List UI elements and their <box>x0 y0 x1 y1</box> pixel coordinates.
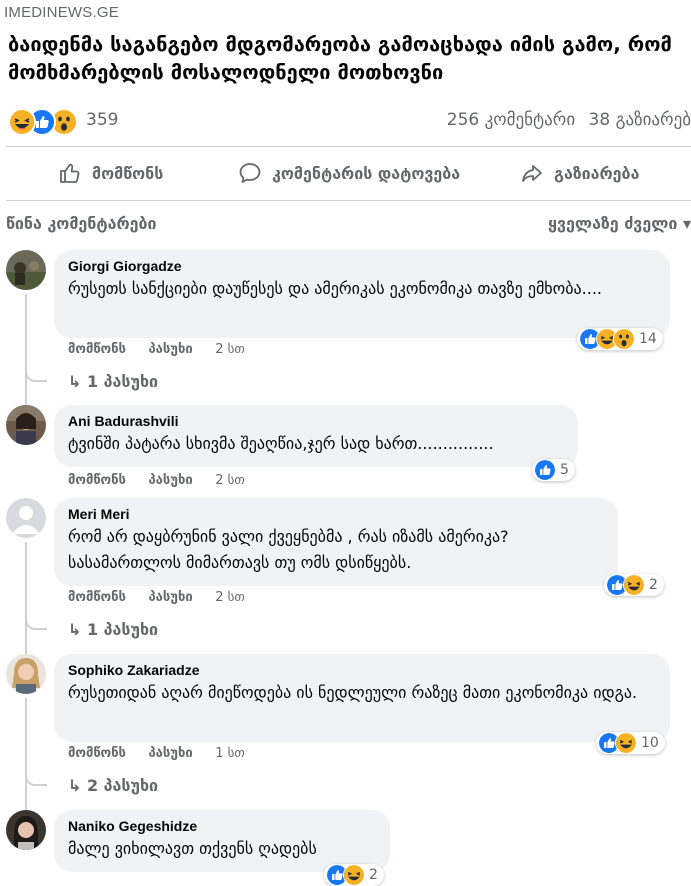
comment-bubble: Ani Badurashvili ტვინში პატარა სხივმა შე… <box>54 405 578 467</box>
reaction-count: 14 <box>639 331 657 347</box>
comment-author[interactable]: Sophiko Zakariadze <box>68 662 656 678</box>
comment: Meri Meri რომ არ დაყბრუნინ ვალი ქვეყნებმ… <box>0 498 691 658</box>
comment-reactions[interactable]: 10 <box>596 732 665 754</box>
reply-link[interactable]: პასუხი <box>148 746 192 761</box>
sort-dropdown[interactable]: ყველაზე ძველი ▾ <box>548 214 691 233</box>
thumbs-up-icon <box>60 163 80 183</box>
thread-line <box>25 294 27 410</box>
thread-elbow <box>25 368 47 382</box>
divider <box>6 146 691 147</box>
comment-text: რომ არ დაყბრუნინ ვალი ქვეყნებმა , რას იზ… <box>68 527 509 572</box>
comment-icon <box>239 163 261 183</box>
like-label: მომწონს <box>92 163 164 183</box>
comment-reactions[interactable]: 2 <box>324 864 384 886</box>
divider <box>6 200 691 201</box>
reaction-count: 2 <box>369 867 378 883</box>
reaction-count[interactable]: 359 <box>86 110 118 130</box>
previous-comments-link[interactable]: წინა კომენტარები <box>6 214 157 233</box>
source-domain[interactable]: IMEDINEWS.GE <box>4 4 119 21</box>
comment: Naniko Gegeshidze მალე ვიხილავთ თქვენს ღ… <box>0 810 691 886</box>
comment-time[interactable]: 2 სთ <box>215 473 245 488</box>
comment-time[interactable]: 2 სთ <box>215 342 245 357</box>
comment-time[interactable]: 2 სთ <box>215 590 245 605</box>
comment-bubble: Sophiko Zakariadze რუსეთიდან აღარ მიეწოდ… <box>54 654 670 742</box>
comment: Sophiko Zakariadze რუსეთიდან აღარ მიეწოდ… <box>0 654 691 814</box>
avatar[interactable] <box>6 654 46 694</box>
comments-toolbar: წინა კომენტარები ყველაზე ძველი ▾ <box>0 208 691 244</box>
thread-elbow <box>25 772 47 786</box>
comments-count[interactable]: 256 კომენტარი <box>447 110 575 130</box>
reaction-count: 5 <box>560 462 569 478</box>
view-replies-link[interactable]: ↳ 1 პასუხი <box>68 620 158 639</box>
haha-reaction-icon <box>615 732 637 754</box>
comment-time[interactable]: 1 სთ <box>215 746 245 761</box>
comment-author[interactable]: Ani Badurashvili <box>68 413 564 429</box>
thread-line <box>25 698 27 814</box>
comment-text: ტვინში პატარა სხივმა შეაღწია,ჯერ სად ხარ… <box>68 434 494 453</box>
comment-links: მომწონს პასუხი 2 სთ <box>68 473 263 488</box>
haha-reaction-icon <box>623 574 645 596</box>
comment-author[interactable]: Giorgi Giorgadze <box>68 258 656 274</box>
wow-reaction-icon <box>613 328 635 350</box>
comment-text: მალე ვიხილავთ თქვენს ღადებს <box>68 839 317 858</box>
avatar[interactable] <box>6 810 46 850</box>
reply-link[interactable]: პასუხი <box>148 590 192 605</box>
comment-links: მომწონს პასუხი 2 სთ <box>68 590 263 605</box>
view-replies-link[interactable]: ↳ 2 პასუხი <box>68 776 158 795</box>
reply-link[interactable]: პასუხი <box>148 342 192 357</box>
like-link[interactable]: მომწონს <box>68 746 126 761</box>
share-icon <box>522 165 542 182</box>
comment-links: მომწონს პასუხი 1 სთ <box>68 746 263 761</box>
post-headline[interactable]: ბაიდენმა საგანგებო მდგომარეობა გამოაცხად… <box>8 30 688 86</box>
comment-reactions[interactable]: 2 <box>604 574 664 596</box>
like-button[interactable]: მომწონს <box>58 156 163 190</box>
comment-bubble: Naniko Gegeshidze მალე ვიხილავთ თქვენს ღ… <box>54 810 390 872</box>
comment-author[interactable]: Naniko Gegeshidze <box>68 818 376 834</box>
like-link[interactable]: მომწონს <box>68 590 126 605</box>
view-replies-link[interactable]: ↳ 1 პასუხი <box>68 372 158 391</box>
comment: Giorgi Giorgadze რუსეთს სანქციები დაუწეს… <box>0 250 691 410</box>
like-reaction-icon <box>534 459 556 481</box>
comment: Ani Badurashvili ტვინში პატარა სხივმა შე… <box>0 405 691 495</box>
comment-bubble: Meri Meri რომ არ დაყბრუნინ ვალი ქვეყნებმ… <box>54 498 618 586</box>
share-label: გაზიარება <box>554 163 640 183</box>
comment-bubble: Giorgi Giorgadze რუსეთს სანქციები დაუწეს… <box>54 250 670 338</box>
reaction-count: 10 <box>641 735 659 751</box>
thread-elbow <box>25 616 47 630</box>
comment-label: კომენტარის დატოვება <box>272 163 461 183</box>
avatar[interactable] <box>6 405 46 445</box>
comment-text: რუსეთიდან აღარ მიეწოდება ის ნედლეული რაზ… <box>68 683 638 702</box>
comment-links: მომწონს პასუხი 2 სთ <box>68 342 263 357</box>
comment-reactions[interactable]: 5 <box>532 459 575 481</box>
thread-line <box>25 542 27 658</box>
comment-button[interactable]: კომენტარის დატოვება <box>238 156 460 190</box>
like-link[interactable]: მომწონს <box>68 473 126 488</box>
avatar[interactable] <box>6 250 46 290</box>
reactions-summary-row: 359 256 კომენტარი 38 გაზიარებ <box>0 106 691 138</box>
comment-text: რუსეთს სანქციები დაუწესეს და ამერიკას ეკ… <box>68 279 602 298</box>
comment-author[interactable]: Meri Meri <box>68 506 604 522</box>
shares-count[interactable]: 38 გაზიარებ <box>589 110 691 130</box>
haha-reaction-icon <box>8 108 36 136</box>
reaction-count: 2 <box>649 577 658 593</box>
reply-link[interactable]: პასუხი <box>148 473 192 488</box>
like-link[interactable]: მომწონს <box>68 342 126 357</box>
avatar[interactable] <box>6 498 46 538</box>
post-meta: 256 კომენტარი 38 გაზიარებ <box>439 110 691 130</box>
comment-reactions[interactable]: 14 <box>577 328 663 350</box>
share-button[interactable]: გაზიარება <box>520 156 639 190</box>
haha-reaction-icon <box>343 864 365 886</box>
post-actions: მომწონს კომენტარის დატოვება გაზიარება <box>0 148 691 198</box>
